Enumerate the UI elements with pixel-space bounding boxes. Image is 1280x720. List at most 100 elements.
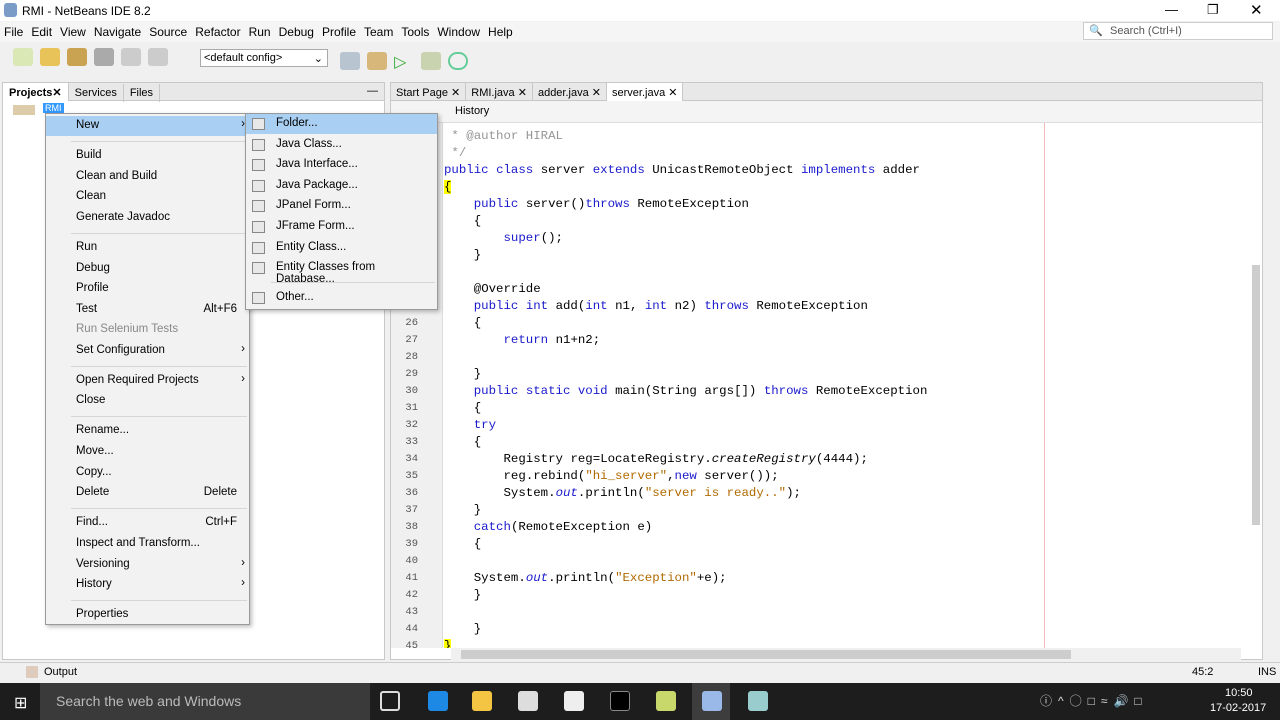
- editor-tab[interactable]: adder.java ✕: [533, 83, 607, 101]
- code-line: */: [444, 146, 467, 160]
- status-bar: Output 45:2 INS: [0, 662, 1280, 682]
- system-tray-icons[interactable]: ⓘ^◯□≈🔊□: [1040, 692, 1148, 709]
- restore-button[interactable]: ❐: [1207, 2, 1219, 18]
- code-area[interactable]: * @author HIRAL */ public class server ex…: [444, 123, 1254, 648]
- menu-debug[interactable]: Debug: [275, 22, 318, 39]
- new-file-icon[interactable]: [13, 48, 34, 66]
- cmd-icon[interactable]: [610, 691, 630, 711]
- submenu-item-jpanel-form[interactable]: JPanel Form...: [246, 196, 437, 216]
- menu-item-rename[interactable]: Rename...: [46, 421, 249, 441]
- menu-item-properties[interactable]: Properties: [46, 605, 249, 625]
- menu-item-delete[interactable]: Delete Delete: [46, 483, 249, 503]
- minimize-button[interactable]: —: [1165, 2, 1178, 17]
- netbeans-taskbar-icon[interactable]: [702, 691, 722, 711]
- menu-item-history[interactable]: History ›: [46, 575, 249, 595]
- menu-item-debug[interactable]: Debug: [46, 259, 249, 279]
- windows-start-icon[interactable]: ⊞: [14, 693, 27, 713]
- file-explorer-icon[interactable]: [472, 691, 492, 711]
- menu-window[interactable]: Window: [433, 22, 484, 39]
- redo-icon[interactable]: [148, 48, 169, 66]
- folder-app-icon[interactable]: [656, 691, 676, 711]
- menu-item-label: New: [76, 119, 100, 131]
- store-icon[interactable]: [564, 691, 584, 711]
- menu-file[interactable]: File: [0, 22, 27, 39]
- editor-tab[interactable]: server.java ✕: [607, 83, 684, 101]
- menu-item-clean[interactable]: Clean: [46, 187, 249, 207]
- taskbar-search[interactable]: Search the web and Windows: [40, 683, 370, 720]
- submenu-item-java-class[interactable]: Java Class...: [246, 135, 437, 155]
- submenu-item-other[interactable]: Other...: [246, 288, 437, 308]
- menu-item-new[interactable]: New ›: [46, 116, 249, 136]
- task-view-icon[interactable]: [380, 691, 400, 711]
- horizontal-scrollbar[interactable]: [451, 648, 1241, 660]
- submenu-item-java-interface[interactable]: Java Interface...: [246, 155, 437, 175]
- output-tab[interactable]: Output: [44, 666, 77, 678]
- minimize-panel-button[interactable]: —: [367, 85, 378, 97]
- menu-item-open-required-projects[interactable]: Open Required Projects ›: [46, 371, 249, 391]
- menu-item-find[interactable]: Find... Ctrl+F: [46, 513, 249, 533]
- config-select[interactable]: <default config> ⌄: [200, 49, 328, 67]
- clean-build-icon[interactable]: [367, 52, 388, 70]
- menu-item-run[interactable]: Run: [46, 238, 249, 258]
- close-icon[interactable]: ✕: [515, 87, 527, 99]
- menu-item-label: Properties: [76, 608, 129, 620]
- notepad-icon[interactable]: [748, 691, 768, 711]
- clock-date: 17-02-2017: [1210, 702, 1267, 714]
- menu-item-set-configuration[interactable]: Set Configuration ›: [46, 341, 249, 361]
- menu-item-generate-javadoc[interactable]: Generate Javadoc: [46, 208, 249, 228]
- close-icon[interactable]: ✕: [448, 87, 460, 99]
- menu-help[interactable]: Help: [484, 22, 517, 39]
- submenu-item-jframe-form[interactable]: JFrame Form...: [246, 217, 437, 237]
- menu-edit[interactable]: Edit: [27, 22, 56, 39]
- edge-icon[interactable]: [428, 691, 448, 711]
- menu-item-clean-and-build[interactable]: Clean and Build: [46, 167, 249, 187]
- new-project-icon[interactable]: [40, 48, 61, 66]
- menu-team[interactable]: Team: [360, 22, 397, 39]
- menu-separator: [71, 141, 247, 142]
- menu-item-copy[interactable]: Copy...: [46, 463, 249, 483]
- menu-item-profile[interactable]: Profile: [46, 279, 249, 299]
- menu-navigate[interactable]: Navigate: [90, 22, 145, 39]
- editor-tab[interactable]: Start Page ✕: [391, 83, 467, 101]
- history-tab[interactable]: History: [455, 101, 489, 117]
- debug-icon[interactable]: [421, 52, 442, 70]
- submenu-item-entity-class[interactable]: Entity Class...: [246, 238, 437, 258]
- save-all-icon[interactable]: [94, 48, 115, 66]
- file-type-icon: [252, 180, 265, 192]
- menu-run[interactable]: Run: [245, 22, 275, 39]
- submenu-item-java-package[interactable]: Java Package...: [246, 176, 437, 196]
- close-icon[interactable]: ✕: [52, 86, 61, 99]
- open-project-icon[interactable]: [67, 48, 88, 66]
- editor-tab[interactable]: RMI.java ✕: [466, 83, 533, 101]
- code-line: }: [444, 588, 482, 602]
- menu-item-build[interactable]: Build: [46, 146, 249, 166]
- menu-view[interactable]: View: [56, 22, 90, 39]
- menu-item-inspect-and-transform[interactable]: Inspect and Transform...: [46, 534, 249, 554]
- tab-files[interactable]: Files: [124, 84, 161, 102]
- close-button[interactable]: ✕: [1250, 1, 1263, 19]
- menu-item-test[interactable]: Test Alt+F6: [46, 300, 249, 320]
- dropbox-icon[interactable]: [518, 691, 538, 711]
- menu-refactor[interactable]: Refactor: [191, 22, 244, 39]
- menu-tools[interactable]: Tools: [397, 22, 433, 39]
- menu-source[interactable]: Source: [145, 22, 191, 39]
- menu-profile[interactable]: Profile: [318, 22, 360, 39]
- build-icon[interactable]: [340, 52, 360, 70]
- tab-services[interactable]: Services: [69, 84, 124, 102]
- menu-item-run-selenium-tests[interactable]: Run Selenium Tests: [46, 320, 249, 340]
- profile-icon[interactable]: [448, 52, 469, 70]
- search-input[interactable]: 🔍 Search (Ctrl+I): [1083, 22, 1273, 40]
- tab-projects[interactable]: Projects ✕: [3, 83, 69, 101]
- undo-icon[interactable]: [121, 48, 142, 66]
- close-icon[interactable]: ✕: [665, 87, 677, 99]
- menu-item-versioning[interactable]: Versioning ›: [46, 555, 249, 575]
- code-line: return n1+n2;: [503, 333, 601, 347]
- project-node[interactable]: RMI: [43, 103, 64, 113]
- menu-item-move[interactable]: Move...: [46, 442, 249, 462]
- run-icon[interactable]: ▷: [394, 52, 414, 71]
- menu-item-close[interactable]: Close: [46, 391, 249, 411]
- vertical-scrollbar[interactable]: [1250, 130, 1262, 640]
- submenu-item-folder[interactable]: Folder...: [246, 114, 437, 134]
- submenu-item-entity-classes-from-database[interactable]: Entity Classes from Database...: [246, 258, 437, 285]
- close-icon[interactable]: ✕: [589, 87, 601, 99]
